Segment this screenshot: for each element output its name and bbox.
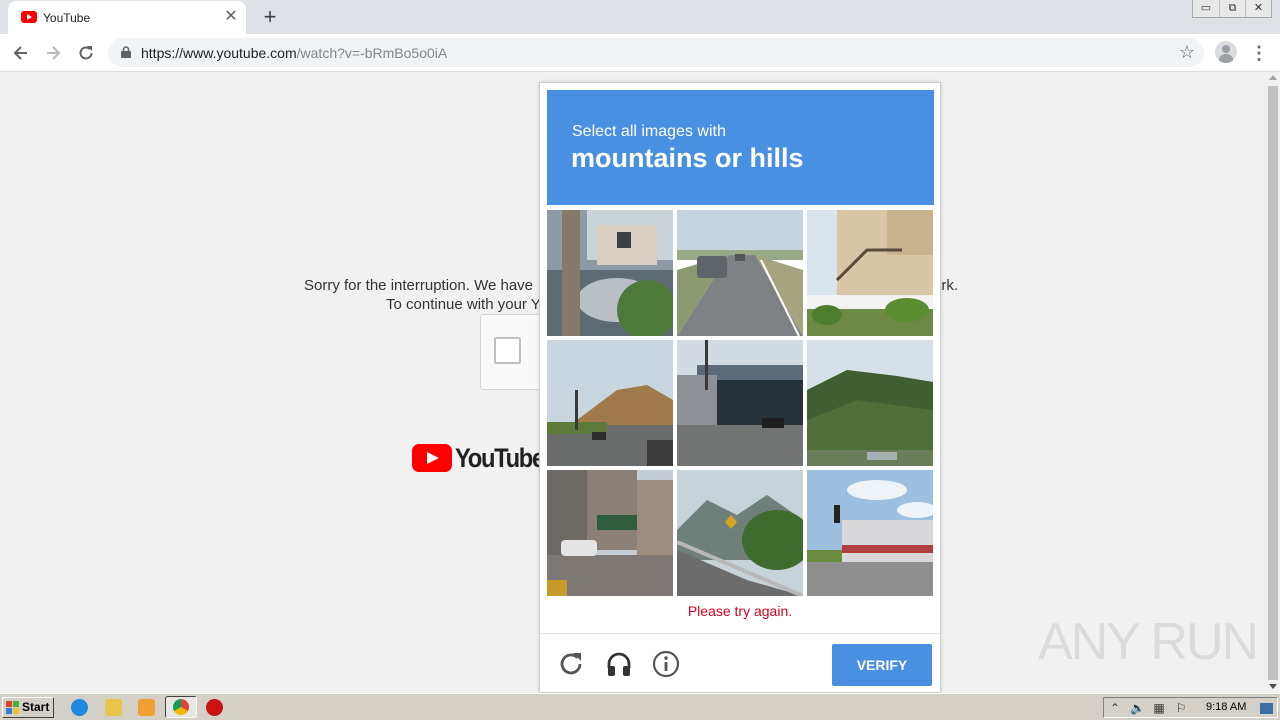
restore-button[interactable]: ⧉ xyxy=(1219,0,1245,17)
captcha-image-grid xyxy=(547,210,935,598)
recaptcha-checkbox-frame xyxy=(480,314,544,390)
tile-image xyxy=(677,210,803,336)
taskbar-clock[interactable]: 9:18 AM xyxy=(1206,701,1246,713)
profile-avatar-icon[interactable] xyxy=(1215,41,1237,63)
reload-icon[interactable] xyxy=(556,649,586,679)
message-line-2: To continue with your Y xyxy=(386,296,541,313)
tile-image xyxy=(807,340,933,466)
audio-icon[interactable] xyxy=(604,649,634,679)
captcha-tile[interactable] xyxy=(677,470,803,596)
tab-close-icon[interactable]: ✕ xyxy=(222,8,240,26)
bookmark-star-icon[interactable]: ☆ xyxy=(1177,42,1197,62)
scroll-thumb[interactable] xyxy=(1268,86,1278,680)
captcha-tile[interactable] xyxy=(807,210,933,336)
captcha-tile[interactable] xyxy=(807,340,933,466)
captcha-target: mountains or hills xyxy=(571,143,804,173)
captcha-header: Select all images with mountains or hill… xyxy=(547,90,934,205)
windows-flag-icon xyxy=(6,701,19,714)
minimize-button[interactable]: ▭ xyxy=(1193,0,1219,17)
youtube-logo-text: YouTube xyxy=(455,442,545,473)
tile-image xyxy=(677,340,803,466)
tab-youtube[interactable]: YouTube ✕ xyxy=(8,1,246,34)
tile-image xyxy=(547,340,673,466)
windows-taskbar: Start ⌃ 🔈 ▦ ⚐ 9:18 AM xyxy=(0,693,1280,720)
forward-button[interactable] xyxy=(40,40,66,66)
tile-image xyxy=(807,210,933,336)
tab-title: YouTube xyxy=(43,11,91,25)
lock-icon xyxy=(121,46,131,58)
captcha-footer: VERIFY xyxy=(540,633,940,693)
close-window-button[interactable]: ✕ xyxy=(1245,0,1271,17)
media-player-icon[interactable] xyxy=(138,699,155,716)
start-button[interactable]: Start xyxy=(2,697,54,718)
tile-image xyxy=(807,470,933,596)
page-scrollbar[interactable] xyxy=(1266,72,1280,693)
volume-icon[interactable]: 🔈 xyxy=(1130,701,1145,715)
network-icon[interactable]: ▦ xyxy=(1152,701,1166,715)
captcha-tile[interactable] xyxy=(677,340,803,466)
window-controls: ▭ ⧉ ✕ xyxy=(1192,0,1272,18)
captcha-instruction: Select all images with xyxy=(572,123,726,140)
action-center-flag-icon[interactable]: ⚐ xyxy=(1174,701,1188,715)
recaptcha-checkbox[interactable] xyxy=(494,337,521,364)
captcha-tile[interactable] xyxy=(547,210,673,336)
scroll-down-icon[interactable] xyxy=(1269,684,1277,689)
url-text: https://www.youtube.com/watch?v=-bRmBo5o… xyxy=(141,45,447,61)
reload-page-icon xyxy=(79,46,93,60)
system-tray: ⌃ 🔈 ▦ ⚐ 9:18 AM xyxy=(1103,697,1278,718)
captcha-tile[interactable] xyxy=(807,470,933,596)
info-icon[interactable] xyxy=(651,649,681,679)
captcha-error-message: Please try again. xyxy=(687,603,793,619)
back-arrow-icon xyxy=(13,46,27,60)
tile-image xyxy=(677,470,803,596)
captcha-tile[interactable] xyxy=(547,340,673,466)
url-host: https://www.youtube.com xyxy=(141,45,297,61)
captcha-challenge: Select all images with mountains or hill… xyxy=(539,82,941,693)
youtube-logo: YouTube xyxy=(412,443,556,473)
tile-image xyxy=(547,210,673,336)
back-button[interactable] xyxy=(8,40,34,66)
verify-button[interactable]: VERIFY xyxy=(832,644,932,686)
start-label: Start xyxy=(22,700,50,714)
file-explorer-icon[interactable] xyxy=(105,699,122,716)
youtube-favicon-icon xyxy=(21,11,37,23)
message-line-1: Sorry for the interruption. We have xyxy=(304,277,533,294)
captcha-tile[interactable] xyxy=(677,210,803,336)
tile-image xyxy=(547,470,673,596)
browser-titlebar: YouTube ✕ + ▭ ⧉ ✕ xyxy=(0,0,1280,34)
reload-page-button[interactable] xyxy=(73,40,99,66)
address-bar[interactable]: https://www.youtube.com/watch?v=-bRmBo5o… xyxy=(108,38,1204,67)
scroll-up-icon[interactable] xyxy=(1269,75,1277,80)
anyrun-watermark: ANY RUN xyxy=(1038,613,1259,671)
browser-menu-icon[interactable]: ⋮ xyxy=(1250,40,1268,66)
browser-toolbar: https://www.youtube.com/watch?v=-bRmBo5o… xyxy=(0,34,1280,72)
chrome-icon xyxy=(173,699,189,715)
chrome-taskbar-button[interactable] xyxy=(165,696,197,718)
opera-icon[interactable] xyxy=(206,699,223,716)
youtube-play-icon xyxy=(412,444,452,472)
internet-explorer-icon[interactable] xyxy=(71,699,88,716)
new-tab-button[interactable]: + xyxy=(258,5,282,29)
captcha-tile[interactable] xyxy=(547,470,673,596)
show-desktop-icon[interactable] xyxy=(1260,703,1273,714)
url-path: /watch?v=-bRmBo5o0iA xyxy=(296,45,448,61)
forward-arrow-icon xyxy=(47,46,61,60)
tray-expand-icon[interactable]: ⌃ xyxy=(1108,701,1122,715)
